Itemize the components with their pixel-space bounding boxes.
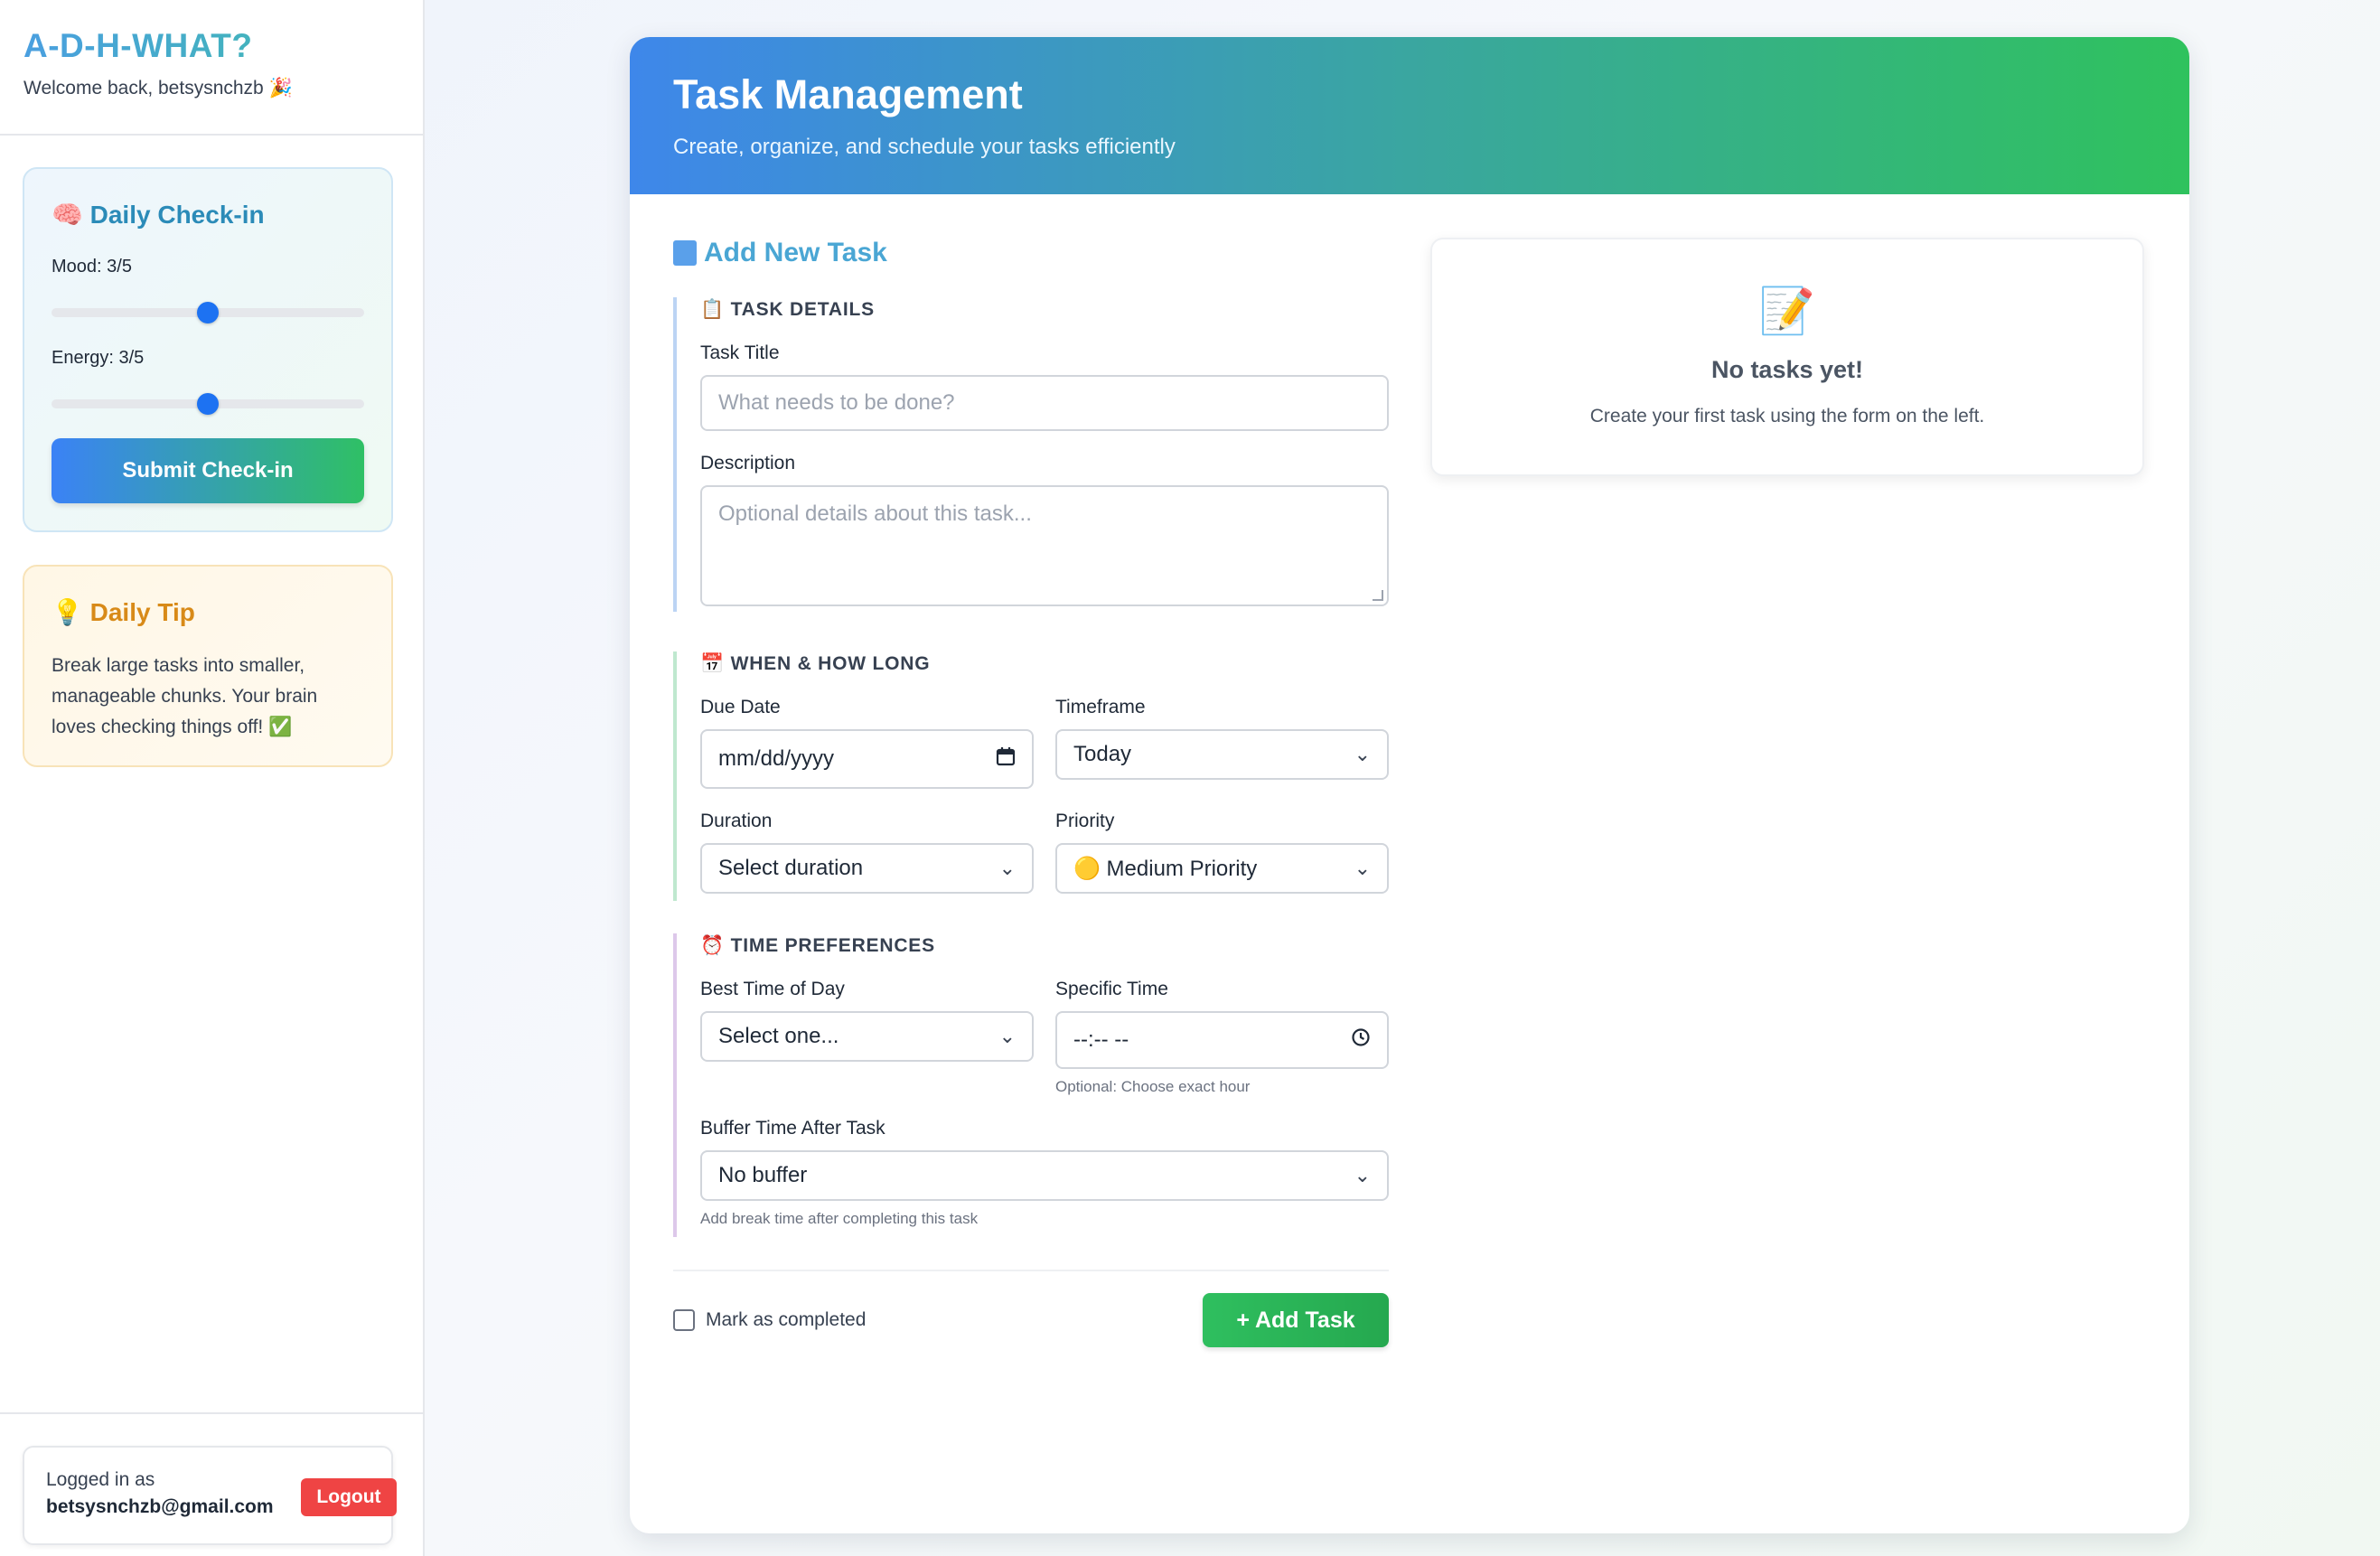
buffer-select[interactable]: No buffer ⌄ <box>700 1150 1389 1201</box>
add-task-form: Add New Task 📋 TASK DETAILS Task Title W… <box>673 238 1389 1347</box>
welcome-message: Welcome back, betsysnchzb 🎉 <box>23 78 293 98</box>
duration-select[interactable]: Select duration ⌄ <box>700 843 1034 894</box>
best-time-label: Best Time of Day <box>700 979 845 999</box>
time-row: Best Time of Day Select one... ⌄ Specifi… <box>700 957 1389 1096</box>
chevron-down-icon: ⌄ <box>998 857 1016 879</box>
due-timeframe-row: Due Date mm/dd/yyyy Timeframe Today ⌄ <box>700 675 1389 789</box>
time-preferences-section: ⏰ TIME PREFERENCES Best Time of Day Sele… <box>673 933 1389 1237</box>
submit-checkin-button[interactable]: Submit Check-in <box>52 438 364 503</box>
mood-slider[interactable] <box>52 302 364 323</box>
add-task-heading-label: Add New Task <box>704 238 887 267</box>
page-subtitle: Create, organize, and schedule your task… <box>673 135 1176 159</box>
checkin-title: 🧠 Daily Check-in <box>52 201 265 229</box>
time-preferences-title: ⏰ TIME PREFERENCES <box>700 935 935 956</box>
daily-tip-card: 💡 Daily Tip Break large tasks into small… <box>23 565 393 767</box>
when-title: 📅 WHEN & HOW LONG <box>700 653 931 674</box>
task-details-section: 📋 TASK DETAILS Task Title What needs to … <box>673 297 1389 612</box>
energy-slider[interactable] <box>52 393 364 415</box>
daily-checkin-card: 🧠 Daily Check-in Mood: 3/5 Energy: 3/5 S… <box>23 167 393 532</box>
buffer-helper: Add break time after completing this tas… <box>700 1210 979 1227</box>
completed-checkbox[interactable] <box>673 1309 695 1331</box>
mood-label: Mood: 3/5 <box>52 257 132 277</box>
empty-tasks-card: 📝 No tasks yet! Create your first task u… <box>1430 238 2144 476</box>
task-details-title: 📋 TASK DETAILS <box>700 299 875 320</box>
sidebar-divider <box>0 1412 423 1414</box>
best-time-select[interactable]: Select one... ⌄ <box>700 1011 1034 1062</box>
mark-completed-toggle[interactable]: Mark as completed <box>673 1309 866 1331</box>
tip-text: Break large tasks into smaller, manageab… <box>52 655 318 737</box>
timeframe-value: Today <box>1073 742 1132 766</box>
mood-slider-thumb[interactable] <box>197 302 219 323</box>
priority-value: 🟡 Medium Priority <box>1073 856 1258 881</box>
add-task-button[interactable]: + Add Task <box>1203 1293 1389 1347</box>
form-footer: Mark as completed + Add Task <box>673 1270 1389 1347</box>
page-title: Task Management <box>673 71 1023 117</box>
task-title-label: Task Title <box>700 342 780 363</box>
main-header: Task Management Create, organize, and sc… <box>630 37 2189 194</box>
description-placeholder: Optional details about this task... <box>718 501 1032 526</box>
specific-time-label: Specific Time <box>1055 979 1168 999</box>
resize-handle-icon[interactable] <box>1373 590 1383 601</box>
completed-label: Mark as completed <box>706 1309 867 1330</box>
chevron-down-icon: ⌄ <box>1354 743 1371 765</box>
chevron-down-icon: ⌄ <box>1354 857 1371 879</box>
priority-select[interactable]: 🟡 Medium Priority ⌄ <box>1055 843 1389 894</box>
energy-slider-thumb[interactable] <box>197 393 219 415</box>
description-label: Description <box>700 453 796 473</box>
priority-label: Priority <box>1055 811 1115 831</box>
timeframe-label: Timeframe <box>1055 697 1146 717</box>
specific-time-input[interactable]: --:-- -- <box>1055 1011 1389 1069</box>
buffer-label: Buffer Time After Task <box>700 1118 885 1139</box>
memo-icon: 📝 <box>1758 286 1816 336</box>
app-title: A-D-H-WHAT? <box>23 27 399 65</box>
energy-label: Energy: 3/5 <box>52 348 145 368</box>
due-date-input[interactable]: mm/dd/yyyy <box>700 729 1034 789</box>
buffer-value: No buffer <box>718 1163 808 1187</box>
description-textarea[interactable]: Optional details about this task... <box>700 485 1389 606</box>
chevron-down-icon: ⌄ <box>1354 1164 1371 1186</box>
add-task-heading: Add New Task <box>673 238 1389 268</box>
brand-block: A-D-H-WHAT? Welcome back, betsysnchzb 🎉 <box>0 0 423 136</box>
due-date-value: mm/dd/yyyy <box>718 746 835 771</box>
duration-value: Select duration <box>718 856 864 880</box>
due-date-label: Due Date <box>700 697 781 717</box>
task-title-input[interactable]: What needs to be done? <box>700 375 1389 431</box>
when-section: 📅 WHEN & HOW LONG Due Date mm/dd/yyyy Ti… <box>673 651 1389 901</box>
empty-text: Create your first task using the form on… <box>1589 406 1985 426</box>
best-time-value: Select one... <box>718 1024 839 1048</box>
form-icon <box>673 240 697 266</box>
specific-time-helper: Optional: Choose exact hour <box>1055 1078 1251 1095</box>
duration-label: Duration <box>700 811 773 831</box>
account-card: Logged in as betsysnchzb@gmail.com Logou… <box>23 1446 397 1545</box>
logout-button[interactable]: Logout <box>301 1478 397 1516</box>
duration-priority-row: Duration Select duration ⌄ Priority 🟡 Me… <box>700 789 1389 894</box>
empty-title: No tasks yet! <box>1710 356 1864 383</box>
calendar-icon[interactable] <box>996 746 1016 773</box>
sidebar: A-D-H-WHAT? Welcome back, betsysnchzb 🎉 … <box>0 0 425 1556</box>
specific-time-value: --:-- -- <box>1073 1027 1129 1052</box>
clock-icon[interactable] <box>1351 1027 1371 1054</box>
chevron-down-icon: ⌄ <box>998 1025 1016 1047</box>
task-management-card: Task Management Create, organize, and sc… <box>630 37 2189 1533</box>
task-title-placeholder: What needs to be done? <box>718 390 955 415</box>
timeframe-select[interactable]: Today ⌄ <box>1055 729 1389 780</box>
tip-title: 💡 Daily Tip <box>52 598 195 626</box>
